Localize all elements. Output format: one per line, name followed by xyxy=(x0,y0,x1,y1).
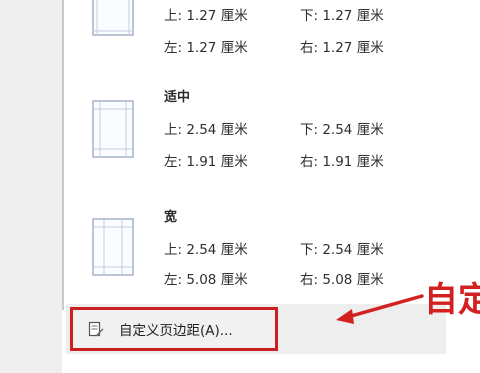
preset-left-margin: 左: 5.08 厘米 xyxy=(164,272,248,288)
preset-name: 适中 xyxy=(164,90,191,105)
custom-margins-label: 自定义页边距(A)... xyxy=(119,323,233,339)
custom-margins-menu-item[interactable]: 自定义页边距(A)... xyxy=(70,307,278,351)
menu-left-border xyxy=(62,0,64,310)
annotation-arrow xyxy=(336,294,424,324)
margin-preset-moderate[interactable]: 适中 上: 2.54 厘米 下: 2.54 厘米 左: 1.91 厘米 右: 1… xyxy=(92,84,452,174)
margin-preset-wide[interactable]: 宽 上: 2.54 厘米 下: 2.54 厘米 左: 5.08 厘米 右: 5.… xyxy=(92,204,452,294)
preset-top-margin: 上: 2.54 厘米 xyxy=(164,242,248,258)
annotation-callout-text: 自定 xyxy=(424,280,480,320)
preset-right-margin: 右: 1.27 厘米 xyxy=(300,40,384,56)
page-margin-narrow-icon xyxy=(92,0,134,36)
preset-name: 宽 xyxy=(164,210,178,225)
margin-preset-narrow[interactable]: 上: 1.27 厘米 下: 1.27 厘米 左: 1.27 厘米 右: 1.27… xyxy=(92,0,452,58)
preset-bottom-margin: 下: 2.54 厘米 xyxy=(300,242,384,258)
preset-right-margin: 右: 1.91 厘米 xyxy=(300,154,384,170)
preset-left-margin: 左: 1.91 厘米 xyxy=(164,154,248,170)
page-margin-moderate-icon xyxy=(92,100,134,158)
preset-top-margin: 上: 2.54 厘米 xyxy=(164,122,248,138)
background-document-area xyxy=(0,0,62,373)
preset-bottom-margin: 下: 1.27 厘米 xyxy=(300,8,384,24)
page-edit-icon xyxy=(88,321,104,337)
preset-bottom-margin: 下: 2.54 厘米 xyxy=(300,122,384,138)
page-margin-wide-icon xyxy=(92,218,134,276)
preset-top-margin: 上: 1.27 厘米 xyxy=(164,8,248,24)
preset-left-margin: 左: 1.27 厘米 xyxy=(164,40,248,56)
